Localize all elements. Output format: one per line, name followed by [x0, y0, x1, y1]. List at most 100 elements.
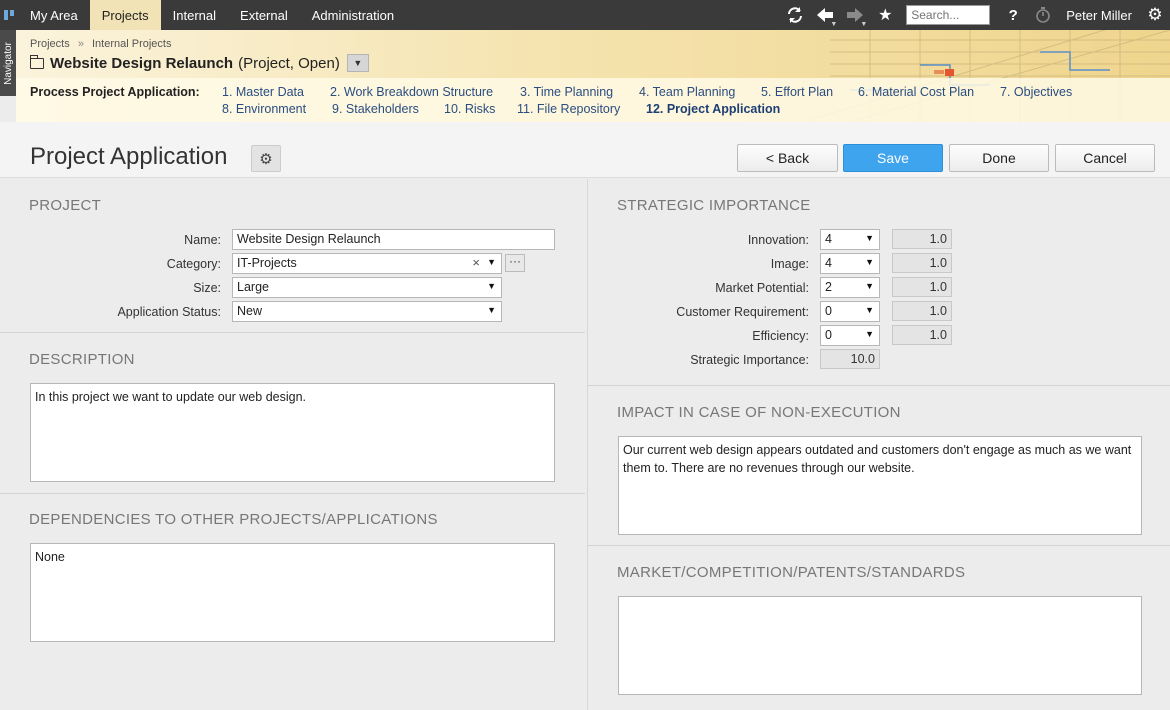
done-button[interactable]: Done: [949, 144, 1049, 172]
step-objectives[interactable]: 7. Objectives: [1000, 85, 1072, 99]
search-input[interactable]: [906, 5, 991, 25]
market-section-title: MARKET/COMPETITION/PATENTS/STANDARDS: [617, 564, 966, 581]
nav-tab-external[interactable]: External: [228, 0, 300, 30]
market-potential-value: 2: [825, 280, 832, 294]
breadcrumb: Projects » Internal Projects: [30, 38, 171, 50]
step-environment[interactable]: 8. Environment: [222, 102, 306, 116]
breadcrumb-separator: »: [77, 38, 84, 50]
innovation-value: 4: [825, 232, 832, 246]
page-title: Project Application: [30, 143, 228, 170]
chevron-down-icon: ▼: [865, 329, 874, 339]
topbar-tools: ▼ ▼ ★ ? Peter Miller ⚙: [780, 0, 1170, 30]
description-section-title: DESCRIPTION: [29, 351, 135, 368]
forward-history-caret-icon[interactable]: ▼: [860, 21, 867, 28]
efficiency-value: 0: [825, 328, 832, 342]
process-steps: Process Project Application: 1. Master D…: [16, 78, 1170, 122]
innovation-label: Innovation:: [747, 233, 809, 247]
efficiency-weight: 1.0: [892, 325, 952, 345]
description-textarea[interactable]: In this project we want to update our we…: [30, 383, 555, 482]
chevron-down-icon: ▼: [487, 281, 496, 291]
nav-tab-administration[interactable]: Administration: [300, 0, 406, 30]
chevron-down-icon: ▼: [865, 257, 874, 267]
image-value: 4: [825, 256, 832, 270]
strategic-importance-title: STRATEGIC IMPORTANCE: [617, 197, 811, 214]
application-status-label: Application Status:: [117, 305, 221, 319]
chevron-down-icon: ▼: [865, 281, 874, 291]
back-arrow-icon[interactable]: ▼: [810, 0, 840, 30]
step-work-breakdown-structure[interactable]: 2. Work Breakdown Structure: [330, 85, 493, 99]
refresh-icon[interactable]: [780, 0, 810, 30]
market-potential-weight: 1.0: [892, 277, 952, 297]
category-label: Category:: [166, 257, 221, 271]
clear-icon[interactable]: ×: [472, 255, 480, 270]
step-team-planning[interactable]: 4. Team Planning: [639, 85, 735, 99]
nav-tab-projects[interactable]: Projects: [89, 0, 161, 30]
app-logo-icon[interactable]: [0, 0, 18, 30]
market-textarea[interactable]: [618, 596, 1142, 695]
navigator-toggle[interactable]: Navigator: [0, 30, 16, 96]
innovation-select[interactable]: 4 ▼: [820, 229, 880, 250]
chevron-down-icon: ▼: [487, 305, 496, 315]
size-select[interactable]: Large ▼: [232, 277, 502, 298]
dependencies-textarea[interactable]: None: [30, 543, 555, 642]
help-icon[interactable]: ?: [998, 0, 1028, 30]
project-title: Website Design Relaunch (Project, Open) …: [29, 54, 369, 72]
size-label: Size:: [193, 281, 221, 295]
section-divider: [588, 385, 1170, 386]
market-potential-select[interactable]: 2 ▼: [820, 277, 880, 298]
right-column: STRATEGIC IMPORTANCE Innovation: 4 ▼ 1.0…: [587, 179, 1170, 710]
section-divider: [0, 493, 585, 494]
step-effort-plan[interactable]: 5. Effort Plan: [761, 85, 833, 99]
project-section-title: PROJECT: [29, 197, 102, 214]
timer-icon[interactable]: [1028, 0, 1058, 30]
image-select[interactable]: 4 ▼: [820, 253, 880, 274]
back-history-caret-icon[interactable]: ▼: [830, 21, 837, 28]
chevron-down-icon: ▼: [865, 305, 874, 315]
customer-requirement-label: Customer Requirement:: [676, 305, 809, 319]
settings-gear-icon[interactable]: ⚙: [1140, 0, 1170, 30]
project-name: Website Design Relaunch: [50, 54, 234, 72]
save-button[interactable]: Save: [843, 144, 943, 172]
customer-requirement-weight: 1.0: [892, 301, 952, 321]
project-name-field[interactable]: Website Design Relaunch: [232, 229, 555, 250]
project-state: (Project, Open): [238, 54, 340, 72]
efficiency-select[interactable]: 0 ▼: [820, 325, 880, 346]
cancel-button[interactable]: Cancel: [1055, 144, 1155, 172]
left-column: PROJECT Name: Website Design Relaunch Ca…: [0, 179, 585, 710]
chevron-down-icon[interactable]: ▼: [487, 257, 496, 267]
step-file-repository[interactable]: 11. File Repository: [517, 102, 620, 116]
nav-tab-internal[interactable]: Internal: [161, 0, 228, 30]
customer-requirement-select[interactable]: 0 ▼: [820, 301, 880, 322]
dependencies-section-title: DEPENDENCIES TO OTHER PROJECTS/APPLICATI…: [29, 511, 438, 528]
breadcrumb-internal-projects[interactable]: Internal Projects: [92, 38, 171, 50]
navigator-label: Navigator: [2, 41, 14, 85]
size-value: Large: [237, 280, 269, 294]
innovation-weight: 1.0: [892, 229, 952, 249]
image-weight: 1.0: [892, 253, 952, 273]
user-name[interactable]: Peter Miller: [1058, 8, 1140, 23]
step-material-cost-plan[interactable]: 6. Material Cost Plan: [858, 85, 974, 99]
project-menu-dropdown[interactable]: ▼: [346, 54, 369, 72]
top-navigation-bar: My Area Projects Internal External Admin…: [0, 0, 1170, 30]
back-button[interactable]: < Back: [737, 144, 838, 172]
impact-textarea[interactable]: Our current web design appears outdated …: [618, 436, 1142, 535]
category-more-button[interactable]: ···: [505, 254, 525, 272]
breadcrumb-projects[interactable]: Projects: [30, 38, 70, 50]
process-label: Process Project Application:: [30, 85, 200, 99]
favorites-star-icon[interactable]: ★: [870, 0, 900, 30]
impact-section-title: IMPACT IN CASE OF NON-EXECUTION: [617, 404, 901, 421]
efficiency-label: Efficiency:: [752, 329, 809, 343]
nav-tab-my-area[interactable]: My Area: [18, 0, 90, 30]
step-master-data[interactable]: 1. Master Data: [222, 85, 304, 99]
step-risks[interactable]: 10. Risks: [444, 102, 495, 116]
step-project-application[interactable]: 12. Project Application: [646, 102, 780, 116]
strategic-importance-total-label: Strategic Importance:: [690, 353, 809, 367]
step-stakeholders[interactable]: 9. Stakeholders: [332, 102, 419, 116]
forward-arrow-icon[interactable]: ▼: [840, 0, 870, 30]
strategic-importance-total: 10.0: [820, 349, 880, 369]
folder-icon: [29, 54, 44, 69]
application-status-select[interactable]: New ▼: [232, 301, 502, 322]
step-time-planning[interactable]: 3. Time Planning: [520, 85, 613, 99]
category-select[interactable]: IT-Projects × ▼: [232, 253, 502, 274]
page-settings-gear-icon[interactable]: ⚙: [251, 145, 281, 172]
